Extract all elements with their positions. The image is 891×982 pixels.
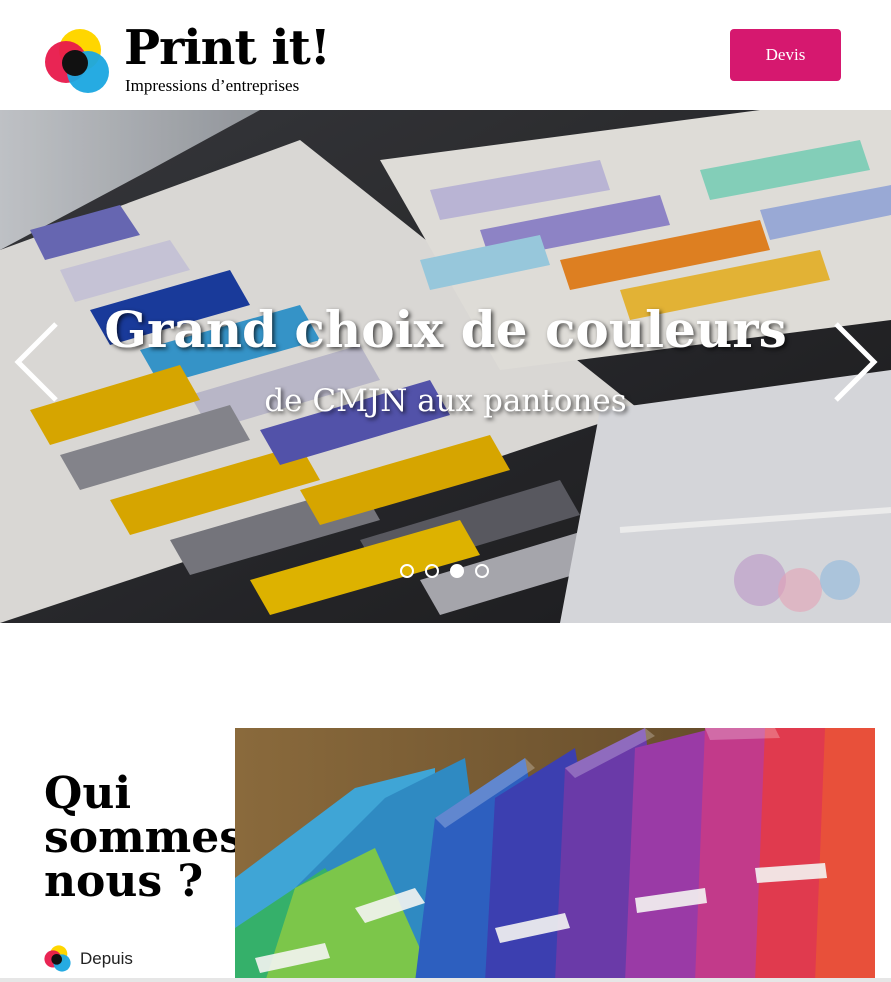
about-intro-text: Depuis — [80, 948, 133, 968]
logo-title: Print it! — [124, 20, 331, 76]
hero-title: Grand choix de couleurs — [104, 300, 787, 359]
pantone-fan-image — [235, 728, 875, 982]
site-logo[interactable]: Print it! Impressions d’entreprises — [44, 20, 334, 98]
logo-circles-icon — [44, 945, 71, 972]
divider — [0, 978, 891, 982]
carousel-dot-active[interactable] — [450, 564, 464, 578]
logo-subtitle: Impressions d’entreprises — [125, 76, 300, 95]
hero-carousel: Grand choix de couleurs de CMJN aux pant… — [0, 110, 891, 623]
about-title-line: Qui — [44, 768, 132, 819]
carousel-next-button[interactable] — [830, 320, 880, 404]
chevron-right-icon — [834, 322, 878, 402]
carousel-dot[interactable] — [400, 564, 414, 578]
about-title-line: nous ? — [44, 856, 204, 907]
carousel-prev-button[interactable] — [12, 320, 62, 404]
chevron-left-icon — [14, 322, 58, 402]
carousel-dots — [400, 564, 489, 578]
about-title-line: sommes- — [44, 812, 263, 863]
devis-button[interactable]: Devis — [730, 29, 841, 81]
site-header: Print it! Impressions d’entreprises Devi… — [0, 0, 891, 110]
hero-subtitle: de CMJN aux pantones — [264, 383, 627, 419]
carousel-dot[interactable] — [425, 564, 439, 578]
carousel-dot[interactable] — [475, 564, 489, 578]
logo-circles-icon — [45, 29, 109, 93]
about-title: Qui sommes- nous ? — [44, 768, 263, 907]
about-intro: Depuis — [44, 945, 133, 972]
